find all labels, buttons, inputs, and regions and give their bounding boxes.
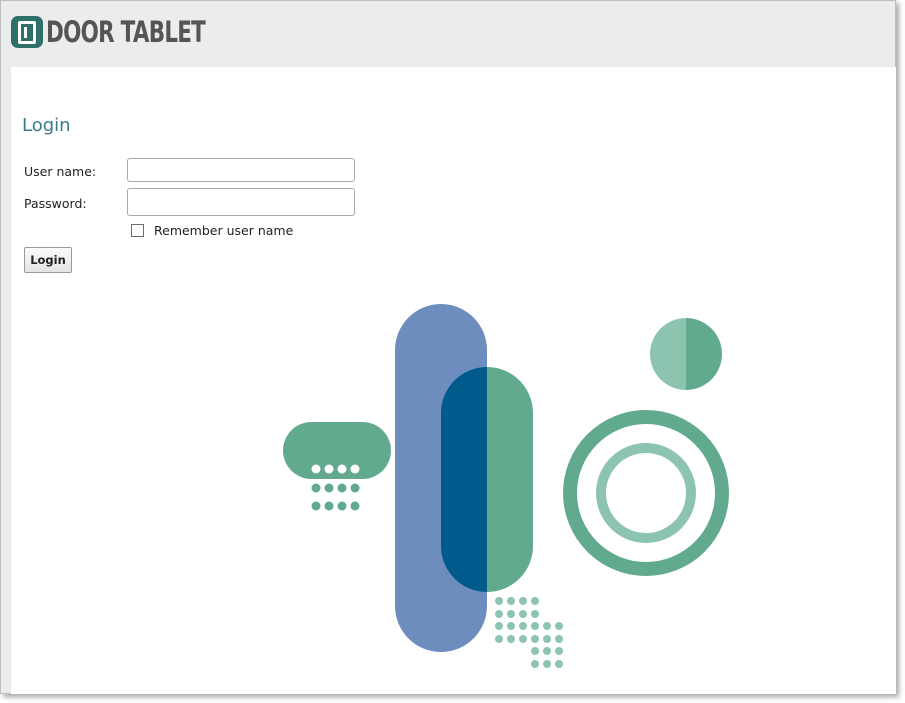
green-dot-grid-left [311,483,360,511]
inner-ring-shape [596,443,696,543]
brand-logo: DOOR TABLET [11,15,261,49]
brand-name: DOOR TABLET [46,15,206,49]
header-bar: DOOR TABLET [1,1,895,67]
outer-ring-shape [563,410,729,576]
login-page: Login User name: Password: Remember user… [11,67,896,694]
door-tablet-logo-icon [11,16,43,48]
green-capsule-shape [283,422,391,479]
split-pill-shape [441,367,533,592]
app-window: DOOR TABLET Login User name: Password: R… [0,0,896,694]
green-dot-grid-bottom [495,597,563,668]
split-circle-shape [650,318,722,390]
decorative-illustration [283,304,729,668]
